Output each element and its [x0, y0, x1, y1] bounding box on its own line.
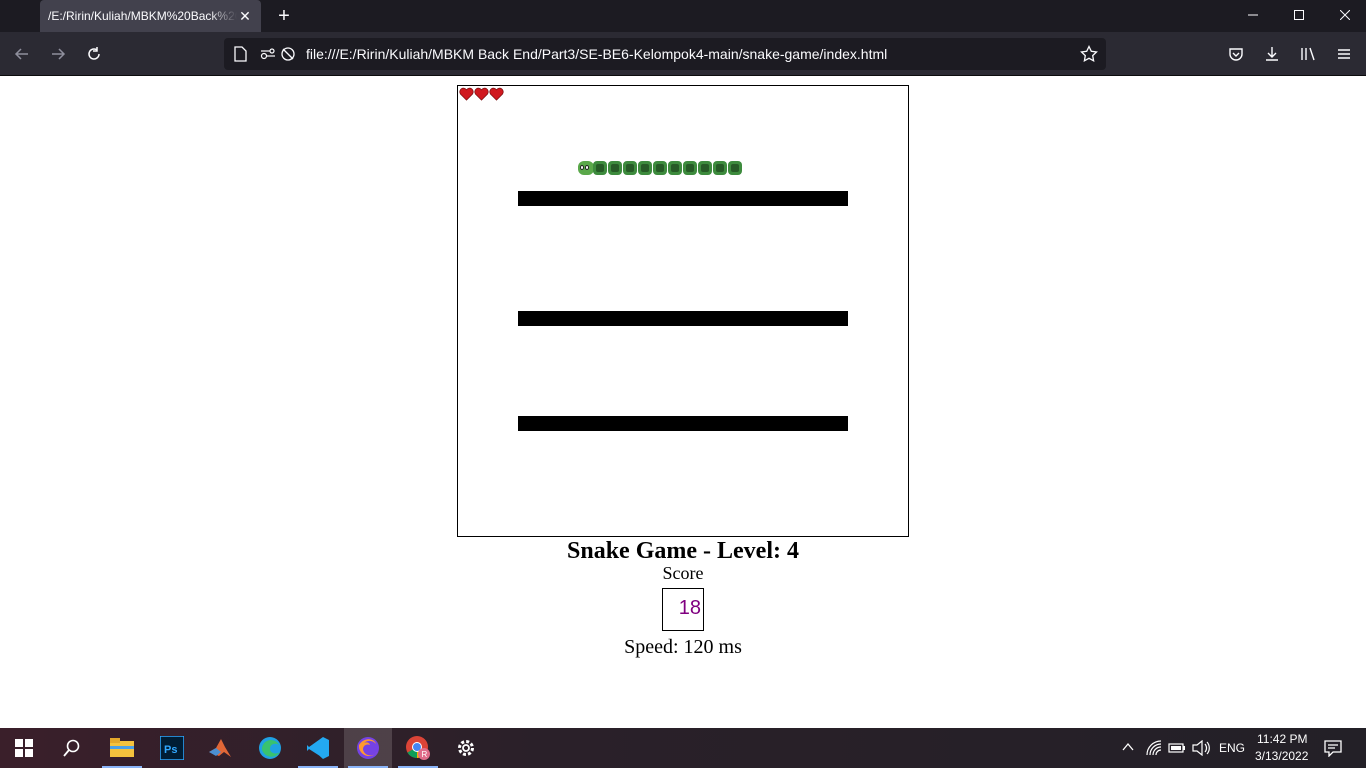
score-label: Score — [662, 563, 704, 583]
chrome-icon: R — [406, 736, 430, 760]
library-button[interactable] — [1296, 42, 1320, 66]
minimize-icon — [1248, 14, 1258, 16]
wall-obstacle — [518, 416, 848, 431]
wall-obstacle — [518, 191, 848, 206]
snake-body-segment — [608, 161, 622, 175]
svg-text:Ps: Ps — [164, 744, 177, 756]
snake-eye — [580, 165, 584, 170]
pocket-icon — [1229, 48, 1243, 61]
snake-body-segment — [683, 161, 697, 175]
bookmark-star-icon[interactable] — [1080, 45, 1098, 63]
tracking-protection-off-icon[interactable] — [280, 46, 296, 62]
snake-head — [578, 161, 594, 175]
matlab-app[interactable] — [196, 728, 244, 768]
edge-icon — [259, 737, 281, 759]
vscode-icon — [307, 737, 329, 759]
reload-icon — [88, 47, 100, 60]
clock-time[interactable]: 11:42 PM — [1257, 732, 1307, 746]
folder-icon — [110, 738, 134, 757]
library-icon — [1301, 47, 1315, 61]
volume-icon[interactable] — [1192, 740, 1210, 756]
page-icon — [234, 46, 247, 62]
window-close-icon — [1340, 10, 1350, 20]
matlab-icon — [209, 739, 231, 757]
tab-bar: /E:/Ririn/Kuliah/MBKM%20Back%20End/Part3… — [0, 0, 1366, 32]
battery-icon[interactable] — [1168, 741, 1186, 755]
file-explorer-app[interactable] — [98, 728, 146, 768]
active-tab[interactable]: /E:/Ririn/Kuliah/MBKM%20Back%20End/Part3… — [40, 0, 261, 32]
back-button[interactable] — [10, 42, 34, 66]
downloads-button[interactable] — [1260, 42, 1284, 66]
new-tab-button[interactable]: + — [272, 4, 296, 28]
snake-eye — [585, 165, 589, 170]
snake-body-segment — [728, 161, 742, 175]
snake-body-segment — [593, 161, 607, 175]
lives-display — [459, 87, 504, 101]
photoshop-app[interactable]: Ps — [148, 728, 196, 768]
vscode-app[interactable] — [294, 728, 342, 768]
search-icon — [63, 739, 80, 757]
heart-icon — [474, 87, 489, 101]
back-arrow-icon — [14, 48, 28, 60]
tab-title: /E:/Ririn/Kuliah/MBKM%20Back%20End/Part3… — [48, 9, 237, 23]
forward-button[interactable] — [46, 42, 70, 66]
svg-text:R: R — [422, 750, 428, 759]
permissions-icon[interactable] — [260, 47, 276, 61]
firefox-icon — [357, 737, 379, 759]
chrome-app[interactable]: R — [394, 728, 442, 768]
settings-app[interactable] — [442, 728, 490, 768]
maximize-icon — [1294, 10, 1304, 20]
heart-icon — [459, 87, 474, 101]
wall-obstacle — [518, 311, 848, 326]
heart-icon — [489, 87, 504, 101]
maximize-button[interactable] — [1276, 0, 1322, 30]
windows-logo-icon — [15, 739, 33, 757]
gear-icon — [458, 740, 474, 756]
menu-button[interactable] — [1332, 42, 1356, 66]
game-level-title: Snake Game - Level: 4 — [567, 538, 799, 564]
edge-app[interactable] — [246, 728, 294, 768]
snake-body-segment — [638, 161, 652, 175]
hamburger-menu-icon — [1338, 49, 1350, 59]
notification-icon[interactable] — [1324, 739, 1342, 757]
windows-taskbar: Ps R ENG 11:42 PM 3/13/2022 — [0, 728, 1366, 768]
snake-body-segment — [713, 161, 727, 175]
chevron-up-icon[interactable] — [1122, 742, 1134, 752]
download-icon — [1266, 47, 1278, 61]
snake-body-segment — [623, 161, 637, 175]
forward-arrow-icon — [52, 48, 66, 60]
url-text: file:///E:/Ririn/Kuliah/MBKM Back End/Pa… — [306, 46, 888, 62]
game-canvas[interactable] — [457, 85, 909, 537]
close-tab-icon[interactable]: ✕ — [237, 8, 253, 24]
snake-body-segment — [653, 161, 667, 175]
language-indicator[interactable]: ENG — [1219, 741, 1245, 755]
score-value: 18 — [662, 588, 704, 631]
speed-display: Speed: 120 ms — [624, 636, 742, 658]
minimize-button[interactable] — [1230, 0, 1276, 30]
start-button[interactable] — [0, 728, 48, 768]
snake-body-segment — [698, 161, 712, 175]
reload-button[interactable] — [82, 42, 106, 66]
clock-date[interactable]: 3/13/2022 — [1255, 749, 1308, 763]
address-bar[interactable]: file:///E:/Ririn/Kuliah/MBKM Back End/Pa… — [224, 38, 1106, 70]
firefox-app[interactable] — [344, 728, 392, 768]
nav-toolbar: file:///E:/Ririn/Kuliah/MBKM Back End/Pa… — [0, 32, 1366, 76]
search-button[interactable] — [48, 728, 96, 768]
wifi-icon[interactable] — [1146, 740, 1162, 756]
photoshop-icon: Ps — [160, 736, 184, 760]
pocket-button[interactable] — [1224, 42, 1248, 66]
window-close-button[interactable] — [1322, 0, 1366, 30]
snake-body-segment — [668, 161, 682, 175]
